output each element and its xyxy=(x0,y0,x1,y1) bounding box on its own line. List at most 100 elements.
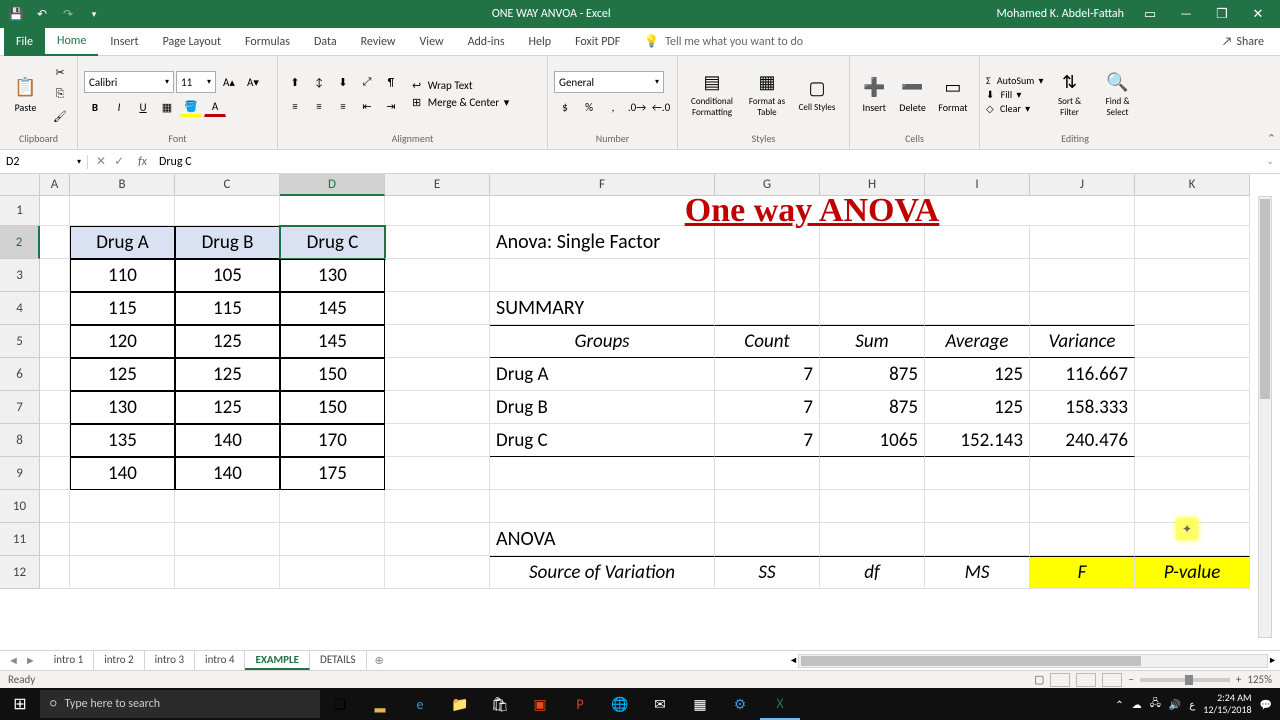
app-store-icon[interactable]: 🛍 xyxy=(480,688,520,720)
cell-G10[interactable] xyxy=(715,490,820,523)
decrease-font-icon[interactable]: A▾ xyxy=(242,72,264,92)
cell-F10[interactable] xyxy=(490,490,715,523)
cell-A9[interactable] xyxy=(40,457,70,490)
cell-styles-button[interactable]: ▢Cell Styles xyxy=(794,74,840,115)
cell-J10[interactable] xyxy=(1030,490,1135,523)
cell-G9[interactable] xyxy=(715,457,820,490)
cell-G12[interactable]: SS xyxy=(715,556,820,589)
cell-A11[interactable] xyxy=(40,523,70,556)
sheet-nav-last-icon[interactable]: ► xyxy=(25,654,36,667)
col-header-D[interactable]: D xyxy=(280,174,385,196)
cell-E1[interactable] xyxy=(385,196,490,226)
cell-K5[interactable] xyxy=(1135,325,1250,358)
tab-insert[interactable]: Insert xyxy=(98,28,150,56)
cell-K1[interactable] xyxy=(1135,196,1250,226)
cell-F7[interactable]: Drug B xyxy=(490,391,715,424)
cell-D7[interactable]: 150 xyxy=(280,391,385,424)
page-break-view-icon[interactable] xyxy=(1102,673,1122,687)
cell-I9[interactable] xyxy=(925,457,1030,490)
cell-B5[interactable]: 120 xyxy=(70,325,175,358)
cell-B11[interactable] xyxy=(70,523,175,556)
app-explorer-icon[interactable]: ▂ xyxy=(360,688,400,720)
cell-G8[interactable]: 7 xyxy=(715,424,820,457)
cell-B12[interactable] xyxy=(70,556,175,589)
cell-H9[interactable] xyxy=(820,457,925,490)
sheet-tab-details[interactable]: DETAILS xyxy=(310,651,366,670)
cell-D2[interactable]: Drug C xyxy=(280,226,385,259)
col-header-C[interactable]: C xyxy=(175,174,280,196)
cell-I11[interactable] xyxy=(925,523,1030,556)
cell-B6[interactable]: 125 xyxy=(70,358,175,391)
hscroll-left-icon[interactable]: ◄ xyxy=(789,655,798,666)
sheet-tab-example[interactable]: EXAMPLE xyxy=(245,651,310,670)
enter-formula-icon[interactable]: ✓ xyxy=(114,154,124,169)
increase-indent-icon[interactable]: ⇥ xyxy=(380,96,402,116)
cell-J5[interactable]: Variance xyxy=(1030,325,1135,358)
cell-D8[interactable]: 170 xyxy=(280,424,385,457)
cell-H10[interactable] xyxy=(820,490,925,523)
app-excel-icon[interactable]: X xyxy=(760,688,800,720)
cell-B8[interactable]: 135 xyxy=(70,424,175,457)
cell-E3[interactable] xyxy=(385,259,490,292)
row-header-8[interactable]: 8 xyxy=(0,424,40,457)
align-center-icon[interactable]: ≡ xyxy=(308,96,330,116)
cell-I8[interactable]: 152.143 xyxy=(925,424,1030,457)
cell-C6[interactable]: 125 xyxy=(175,358,280,391)
cell-G5[interactable]: Count xyxy=(715,325,820,358)
sheet-tab-intro-2[interactable]: intro 2 xyxy=(94,651,144,670)
tab-data[interactable]: Data xyxy=(302,28,349,56)
cell-G4[interactable] xyxy=(715,292,820,325)
cell-E8[interactable] xyxy=(385,424,490,457)
cell-D1[interactable] xyxy=(280,196,385,226)
cell-H8[interactable]: 1065 xyxy=(820,424,925,457)
task-view-icon[interactable]: ❏ xyxy=(320,688,360,720)
sheet-tab-intro-4[interactable]: intro 4 xyxy=(195,651,245,670)
cell-B10[interactable] xyxy=(70,490,175,523)
cell-E11[interactable] xyxy=(385,523,490,556)
cells-area[interactable]: One way ANOVADrug ADrug BDrug CAnova: Si… xyxy=(40,196,1280,638)
cell-A6[interactable] xyxy=(40,358,70,391)
cell-I6[interactable]: 125 xyxy=(925,358,1030,391)
increase-decimal-icon[interactable]: .0→ xyxy=(626,97,648,117)
cell-D5[interactable]: 145 xyxy=(280,325,385,358)
cell-C11[interactable] xyxy=(175,523,280,556)
cell-E2[interactable] xyxy=(385,226,490,259)
cell-J6[interactable]: 116.667 xyxy=(1030,358,1135,391)
cell-F4[interactable]: SUMMARY xyxy=(490,292,715,325)
row-header-1[interactable]: 1 xyxy=(0,196,40,226)
user-name[interactable]: Mohamed K. Abdel-Fattah xyxy=(997,7,1125,21)
cell-A8[interactable] xyxy=(40,424,70,457)
app-folder-icon[interactable]: 📁 xyxy=(440,688,480,720)
align-top-icon[interactable]: ⬆ xyxy=(284,72,306,92)
decrease-indent-icon[interactable]: ⇤ xyxy=(356,96,378,116)
cell-F1[interactable]: One way ANOVA xyxy=(490,196,1135,226)
hscroll-right-icon[interactable]: ► xyxy=(1268,655,1277,666)
app-office-icon[interactable]: ▣ xyxy=(520,688,560,720)
fill-button[interactable]: ⬇ Fill ▾ xyxy=(986,88,1044,101)
cell-A5[interactable] xyxy=(40,325,70,358)
cell-I7[interactable]: 125 xyxy=(925,391,1030,424)
format-as-table-button[interactable]: ▦Format as Table xyxy=(742,68,792,120)
row-header-4[interactable]: 4 xyxy=(0,292,40,325)
cell-D6[interactable]: 150 xyxy=(280,358,385,391)
zoom-in-icon[interactable]: + xyxy=(1236,673,1241,686)
cell-B9[interactable]: 140 xyxy=(70,457,175,490)
cell-F12[interactable]: Source of Variation xyxy=(490,556,715,589)
cell-F6[interactable]: Drug A xyxy=(490,358,715,391)
format-cells-button[interactable]: ▭Format xyxy=(933,73,973,116)
tab-foxit[interactable]: Foxit PDF xyxy=(563,28,632,56)
cell-G3[interactable] xyxy=(715,259,820,292)
decrease-decimal-icon[interactable]: ←.0 xyxy=(650,97,672,117)
app-mail-icon[interactable]: ✉ xyxy=(640,688,680,720)
copy-icon[interactable]: ⎘ xyxy=(49,84,71,104)
fx-icon[interactable]: fx xyxy=(132,155,153,169)
col-header-E[interactable]: E xyxy=(385,174,490,196)
col-header-J[interactable]: J xyxy=(1030,174,1135,196)
ribbon-options-icon[interactable]: ▭ xyxy=(1132,0,1168,28)
cell-E10[interactable] xyxy=(385,490,490,523)
formula-bar[interactable]: Drug C xyxy=(153,155,1260,169)
cell-E12[interactable] xyxy=(385,556,490,589)
minimize-icon[interactable]: — xyxy=(1168,0,1204,28)
clear-button[interactable]: ◇ Clear ▾ xyxy=(986,102,1044,115)
cell-C5[interactable]: 125 xyxy=(175,325,280,358)
